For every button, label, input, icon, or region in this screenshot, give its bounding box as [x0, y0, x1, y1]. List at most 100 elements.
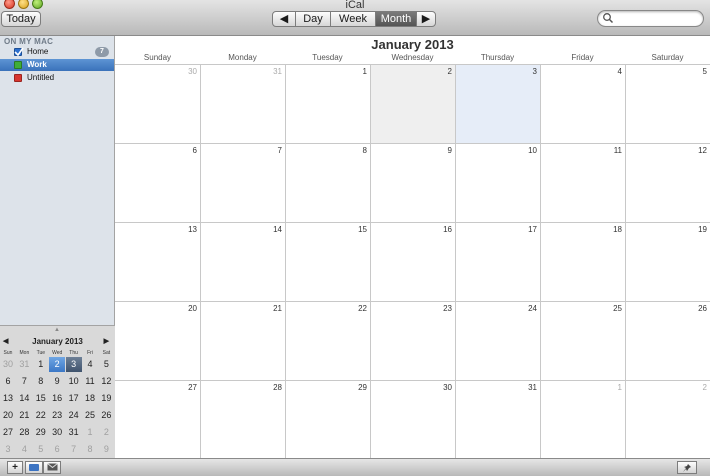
mini-day[interactable]: 13: [0, 391, 16, 406]
view-week-button[interactable]: Week: [330, 11, 376, 27]
mini-next-month-button[interactable]: ▶: [104, 337, 109, 345]
day-cell[interactable]: 2: [625, 381, 710, 459]
day-cell[interactable]: 11: [540, 144, 625, 222]
day-cell[interactable]: 23: [370, 302, 455, 380]
mini-day[interactable]: 28: [16, 425, 32, 440]
day-cell[interactable]: 14: [200, 223, 285, 301]
day-cell[interactable]: 30: [370, 381, 455, 459]
day-cell[interactable]: 31: [200, 65, 285, 143]
mini-day[interactable]: 1: [33, 357, 49, 372]
day-cell[interactable]: 15: [285, 223, 370, 301]
mini-day[interactable]: 11: [82, 374, 98, 389]
mini-day[interactable]: 26: [98, 408, 114, 423]
mini-day[interactable]: 24: [66, 408, 82, 423]
mini-day[interactable]: 23: [49, 408, 65, 423]
mini-day[interactable]: 25: [82, 408, 98, 423]
mini-day[interactable]: 3: [65, 357, 82, 372]
day-cell[interactable]: 18: [540, 223, 625, 301]
mini-day[interactable]: 20: [0, 408, 16, 423]
day-cell[interactable]: 4: [540, 65, 625, 143]
mini-day[interactable]: 18: [82, 391, 98, 406]
today-button[interactable]: Today: [1, 11, 41, 27]
sidebar-item-untitled[interactable]: Untitled: [0, 72, 114, 84]
view-month-button[interactable]: Month: [375, 11, 417, 27]
sidebar-item-work[interactable]: Work: [0, 59, 114, 71]
mini-day[interactable]: 12: [98, 374, 114, 389]
next-period-button[interactable]: ▶: [416, 11, 436, 27]
day-cell[interactable]: 9: [370, 144, 455, 222]
mini-day[interactable]: 5: [98, 357, 114, 372]
mini-day[interactable]: 7: [66, 442, 82, 457]
day-cell[interactable]: 12: [625, 144, 710, 222]
mini-day[interactable]: 6: [49, 442, 65, 457]
day-cell[interactable]: 27: [115, 381, 200, 459]
view-day-button[interactable]: Day: [295, 11, 331, 27]
day-cell[interactable]: 25: [540, 302, 625, 380]
day-cell[interactable]: 20: [115, 302, 200, 380]
mini-day[interactable]: 29: [33, 425, 49, 440]
day-cell[interactable]: 30: [115, 65, 200, 143]
checkbox-home[interactable]: [14, 47, 24, 57]
day-cell[interactable]: 17: [455, 223, 540, 301]
mini-day[interactable]: 15: [33, 391, 49, 406]
mini-day[interactable]: 27: [0, 425, 16, 440]
search-field[interactable]: [597, 10, 704, 27]
mini-day[interactable]: 5: [33, 442, 49, 457]
day-cell[interactable]: 21: [200, 302, 285, 380]
day-cell[interactable]: 1: [540, 381, 625, 459]
invitation-count-badge: 7: [95, 47, 109, 57]
day-cell[interactable]: 8: [285, 144, 370, 222]
mini-day[interactable]: 17: [66, 391, 82, 406]
mini-day[interactable]: 14: [16, 391, 32, 406]
mini-day[interactable]: 9: [49, 374, 65, 389]
mini-day[interactable]: 4: [82, 357, 98, 372]
day-cell[interactable]: 24: [455, 302, 540, 380]
mini-day[interactable]: 30: [0, 357, 16, 372]
day-cell[interactable]: 31: [455, 381, 540, 459]
show-calendars-button[interactable]: [25, 461, 43, 474]
mini-day[interactable]: 1: [82, 425, 98, 440]
mini-day[interactable]: 9: [98, 442, 114, 457]
previous-period-button[interactable]: ◀: [272, 11, 296, 27]
mini-day[interactable]: 8: [33, 374, 49, 389]
mini-day[interactable]: 8: [82, 442, 98, 457]
mini-day[interactable]: 4: [16, 442, 32, 457]
pushpin-icon: [683, 464, 691, 472]
mini-day[interactable]: 2: [98, 425, 114, 440]
day-cell[interactable]: 6: [115, 144, 200, 222]
mini-day[interactable]: 19: [98, 391, 114, 406]
day-cell[interactable]: 13: [115, 223, 200, 301]
mini-weekday-label: Mon: [19, 350, 30, 356]
day-cell[interactable]: 26: [625, 302, 710, 380]
day-cell[interactable]: 19: [625, 223, 710, 301]
mini-day[interactable]: 2: [49, 357, 66, 372]
mini-day[interactable]: 16: [49, 391, 65, 406]
day-cell[interactable]: 7: [200, 144, 285, 222]
sidebar-item-home[interactable]: Home 7: [0, 46, 114, 58]
add-calendar-button[interactable]: +: [7, 461, 23, 474]
mini-day[interactable]: 31: [66, 425, 82, 440]
mini-day[interactable]: 10: [66, 374, 82, 389]
day-cell[interactable]: 28: [200, 381, 285, 459]
mini-day[interactable]: 22: [33, 408, 49, 423]
checkbox-work[interactable]: [14, 61, 22, 69]
day-cell[interactable]: 10: [455, 144, 540, 222]
mini-day[interactable]: 21: [16, 408, 32, 423]
mini-day[interactable]: 6: [0, 374, 16, 389]
mini-day[interactable]: 31: [16, 357, 32, 372]
resize-grip-icon[interactable]: ▲: [54, 327, 60, 333]
day-cell[interactable]: 5: [625, 65, 710, 143]
mini-day[interactable]: 7: [16, 374, 32, 389]
mini-day[interactable]: 3: [0, 442, 16, 457]
day-cell[interactable]: 3: [455, 65, 540, 143]
mini-day[interactable]: 30: [49, 425, 65, 440]
pin-button[interactable]: [677, 461, 697, 474]
day-cell[interactable]: 1: [285, 65, 370, 143]
checkbox-untitled[interactable]: [14, 74, 22, 82]
notifications-button[interactable]: [43, 461, 61, 474]
day-cell[interactable]: 29: [285, 381, 370, 459]
weekday-label: Saturday: [651, 53, 684, 62]
day-cell[interactable]: 22: [285, 302, 370, 380]
day-cell[interactable]: 16: [370, 223, 455, 301]
day-cell[interactable]: 2: [370, 65, 455, 143]
